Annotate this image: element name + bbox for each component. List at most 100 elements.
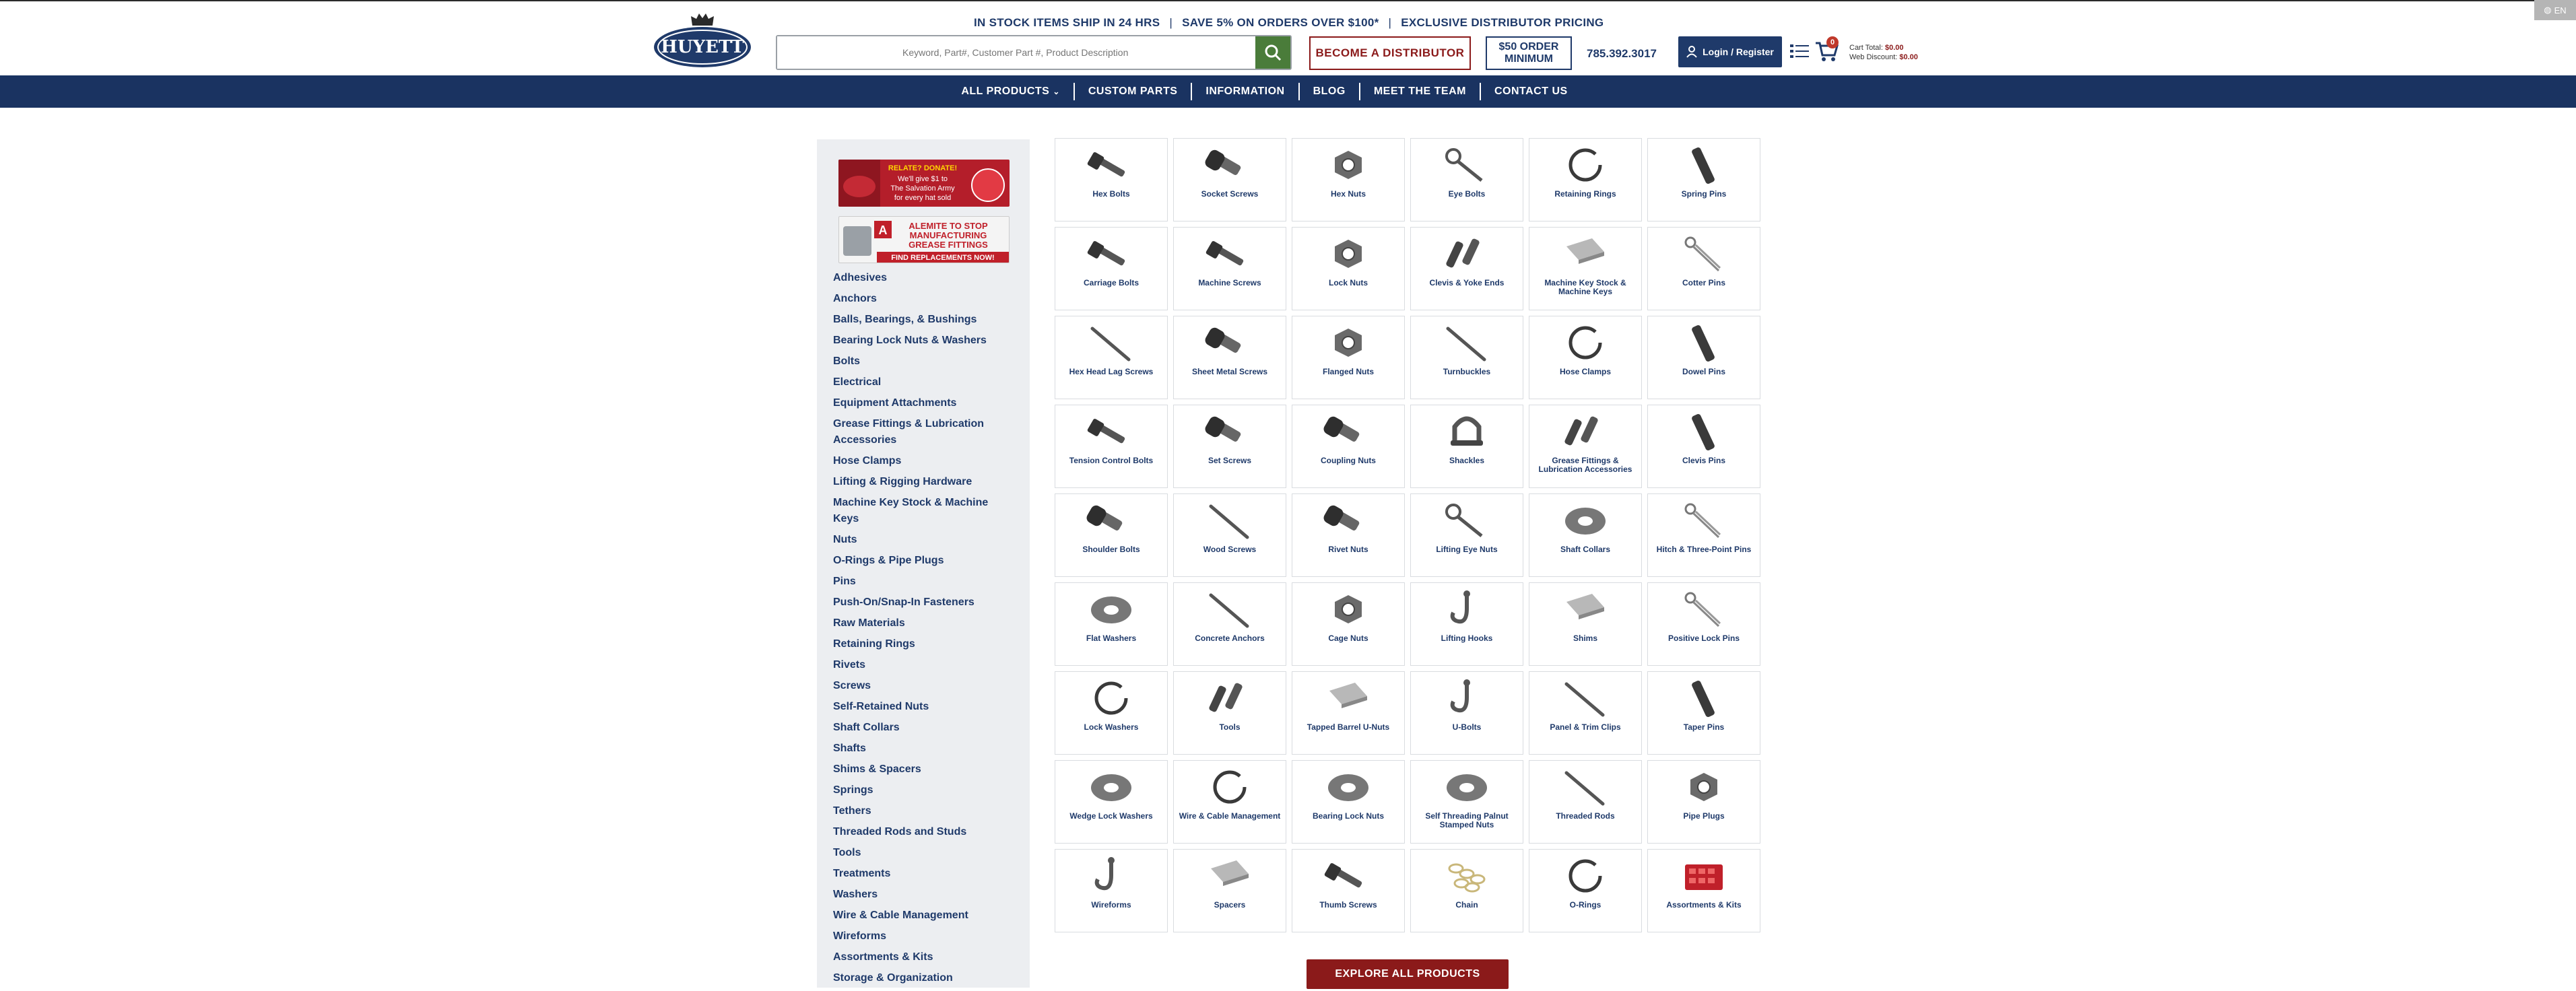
nav-blog[interactable]: BLOG [1300,86,1359,98]
sidebar-category-item[interactable]: Shaft Collars [833,720,1016,736]
nav-meet-the-team[interactable]: MEET THE TEAM [1360,86,1480,98]
product-tile-hex-nuts[interactable]: Hex Nuts [1292,138,1405,221]
sidebar-category-item[interactable]: Treatments [833,866,1016,882]
sidebar-category-item[interactable]: Pins [833,574,1016,590]
sidebar-category-item[interactable]: Machine Key Stock & Machine Keys [833,495,1016,527]
product-tile-dowel-pins[interactable]: Dowel Pins [1647,316,1760,399]
product-tile-flat-washers[interactable]: Flat Washers [1055,582,1168,666]
product-tile-hose-clamps[interactable]: Hose Clamps [1529,316,1642,399]
product-tile-pipe-plugs[interactable]: Pipe Plugs [1647,760,1760,844]
product-tile-shaft-collars[interactable]: Shaft Collars [1529,493,1642,577]
product-tile-lifting-eye-nuts[interactable]: Lifting Eye Nuts [1410,493,1523,577]
product-tile-taper-pins[interactable]: Taper Pins [1647,671,1760,755]
sidebar-category-item[interactable]: Hose Clamps [833,453,1016,469]
sidebar-category-item[interactable]: Push-On/Snap-In Fasteners [833,594,1016,611]
product-tile-positive-lock-pins[interactable]: Positive Lock Pins [1647,582,1760,666]
product-tile-tapped-barrel-u-nuts[interactable]: Tapped Barrel U-Nuts [1292,671,1405,755]
product-tile-assortments-kits[interactable]: Assortments & Kits [1647,849,1760,932]
sidebar-category-item[interactable]: Bolts [833,353,1016,370]
product-tile-coupling-nuts[interactable]: Coupling Nuts [1292,405,1405,488]
product-tile-retaining-rings[interactable]: Retaining Rings [1529,138,1642,221]
product-tile-tools[interactable]: Tools [1173,671,1286,755]
product-tile-u-bolts[interactable]: U-Bolts [1410,671,1523,755]
search-button[interactable] [1255,36,1290,69]
product-tile-carriage-bolts[interactable]: Carriage Bolts [1055,227,1168,310]
sidebar-category-item[interactable]: Balls, Bearings, & Bushings [833,312,1016,328]
sidebar-category-item[interactable]: Electrical [833,374,1016,390]
login-register-button[interactable]: Login / Register [1678,36,1782,67]
huyett-logo[interactable]: HUYETT [652,12,753,70]
sidebar-category-item[interactable]: Self-Retained Nuts [833,699,1016,715]
sidebar-category-item[interactable]: Shafts [833,741,1016,757]
become-distributor-button[interactable]: BECOME A DISTRIBUTOR [1309,36,1471,70]
nav-all-products[interactable]: ALL PRODUCTS ⌄ [948,86,1074,98]
nav-information[interactable]: INFORMATION [1192,86,1298,98]
sidebar-category-item[interactable]: Tools [833,845,1016,861]
product-tile-set-screws[interactable]: Set Screws [1173,405,1286,488]
product-tile-lifting-hooks[interactable]: Lifting Hooks [1410,582,1523,666]
nav-contact-us[interactable]: CONTACT US [1481,86,1581,98]
sidebar-category-item[interactable]: Bearing Lock Nuts & Washers [833,333,1016,349]
product-tile-lock-nuts[interactable]: Lock Nuts [1292,227,1405,310]
product-tile-clevis-pins[interactable]: Clevis Pins [1647,405,1760,488]
sidebar-category-item[interactable]: Tethers [833,803,1016,819]
sidebar-category-item[interactable]: Screws [833,678,1016,694]
product-tile-wireforms[interactable]: Wireforms [1055,849,1168,932]
sidebar-category-item[interactable]: Shims & Spacers [833,761,1016,778]
product-tile-hex-bolts[interactable]: Hex Bolts [1055,138,1168,221]
sidebar-category-item[interactable]: Storage & Organization [833,970,1016,986]
product-tile-hitch-three-point-pins[interactable]: Hitch & Three-Point Pins [1647,493,1760,577]
product-tile-shoulder-bolts[interactable]: Shoulder Bolts [1055,493,1168,577]
product-tile-rivet-nuts[interactable]: Rivet Nuts [1292,493,1405,577]
sidebar-category-item[interactable]: Washers [833,887,1016,903]
product-tile-socket-screws[interactable]: Socket Screws [1173,138,1286,221]
product-tile-concrete-anchors[interactable]: Concrete Anchors [1173,582,1286,666]
product-tile-grease-fittings-lubrication-accessories[interactable]: Grease Fittings & Lubrication Accessorie… [1529,405,1642,488]
sidebar-category-item[interactable]: Wire & Cable Management [833,908,1016,924]
product-tile-chain[interactable]: Chain [1410,849,1523,932]
product-tile-machine-screws[interactable]: Machine Screws [1173,227,1286,310]
product-tile-turnbuckles[interactable]: Turnbuckles [1410,316,1523,399]
product-tile-clevis-yoke-ends[interactable]: Clevis & Yoke Ends [1410,227,1523,310]
product-tile-o-rings[interactable]: O-Rings [1529,849,1642,932]
sidebar-category-item[interactable]: Equipment Attachments [833,395,1016,411]
sidebar-category-item[interactable]: Nuts [833,532,1016,548]
sidebar-category-item[interactable]: O-Rings & Pipe Plugs [833,553,1016,569]
sidebar-category-item[interactable]: Grease Fittings & Lubrication Accessorie… [833,416,1016,448]
sidebar-category-item[interactable]: Rivets [833,657,1016,673]
product-tile-spring-pins[interactable]: Spring Pins [1647,138,1760,221]
alemite-banner[interactable]: A ALEMITE TO STOP MANUFACTURING GREASE F… [838,216,1010,263]
product-tile-shackles[interactable]: Shackles [1410,405,1523,488]
sidebar-category-item[interactable]: Anchors [833,291,1016,307]
sidebar-category-item[interactable]: Threaded Rods and Studs [833,824,1016,840]
product-tile-wood-screws[interactable]: Wood Screws [1173,493,1286,577]
sidebar-category-item[interactable]: Retaining Rings [833,636,1016,652]
product-tile-spacers[interactable]: Spacers [1173,849,1286,932]
product-tile-bearing-lock-nuts[interactable]: Bearing Lock Nuts [1292,760,1405,844]
phone-number[interactable]: 785.392.3017 [1587,47,1657,61]
salvation-army-banner[interactable]: RELATE? DONATE! We'll give $1 to The Sal… [838,160,1010,207]
product-tile-eye-bolts[interactable]: Eye Bolts [1410,138,1523,221]
sidebar-category-item[interactable]: Raw Materials [833,615,1016,631]
sidebar-category-item[interactable]: Adhesives [833,270,1016,286]
explore-all-products-button[interactable]: EXPLORE ALL PRODUCTS [1307,959,1509,989]
product-tile-panel-trim-clips[interactable]: Panel & Trim Clips [1529,671,1642,755]
search-input[interactable] [777,36,1255,69]
product-tile-sheet-metal-screws[interactable]: Sheet Metal Screws [1173,316,1286,399]
product-tile-flanged-nuts[interactable]: Flanged Nuts [1292,316,1405,399]
product-tile-cotter-pins[interactable]: Cotter Pins [1647,227,1760,310]
sidebar-category-item[interactable]: Assortments & Kits [833,949,1016,965]
sidebar-category-item[interactable]: Lifting & Rigging Hardware [833,474,1016,490]
sidebar-category-item[interactable]: Springs [833,782,1016,798]
product-tile-wedge-lock-washers[interactable]: Wedge Lock Washers [1055,760,1168,844]
product-tile-threaded-rods[interactable]: Threaded Rods [1529,760,1642,844]
product-tile-tension-control-bolts[interactable]: Tension Control Bolts [1055,405,1168,488]
product-tile-self-threading-palnut-stamped-nuts[interactable]: Self Threading Palnut Stamped Nuts [1410,760,1523,844]
product-tile-machine-key-stock-machine-keys[interactable]: Machine Key Stock & Machine Keys [1529,227,1642,310]
product-tile-cage-nuts[interactable]: Cage Nuts [1292,582,1405,666]
nav-custom-parts[interactable]: CUSTOM PARTS [1075,86,1191,98]
product-tile-thumb-screws[interactable]: Thumb Screws [1292,849,1405,932]
product-tile-lock-washers[interactable]: Lock Washers [1055,671,1168,755]
product-tile-wire-cable-management[interactable]: Wire & Cable Management [1173,760,1286,844]
list-icon[interactable] [1790,43,1809,59]
